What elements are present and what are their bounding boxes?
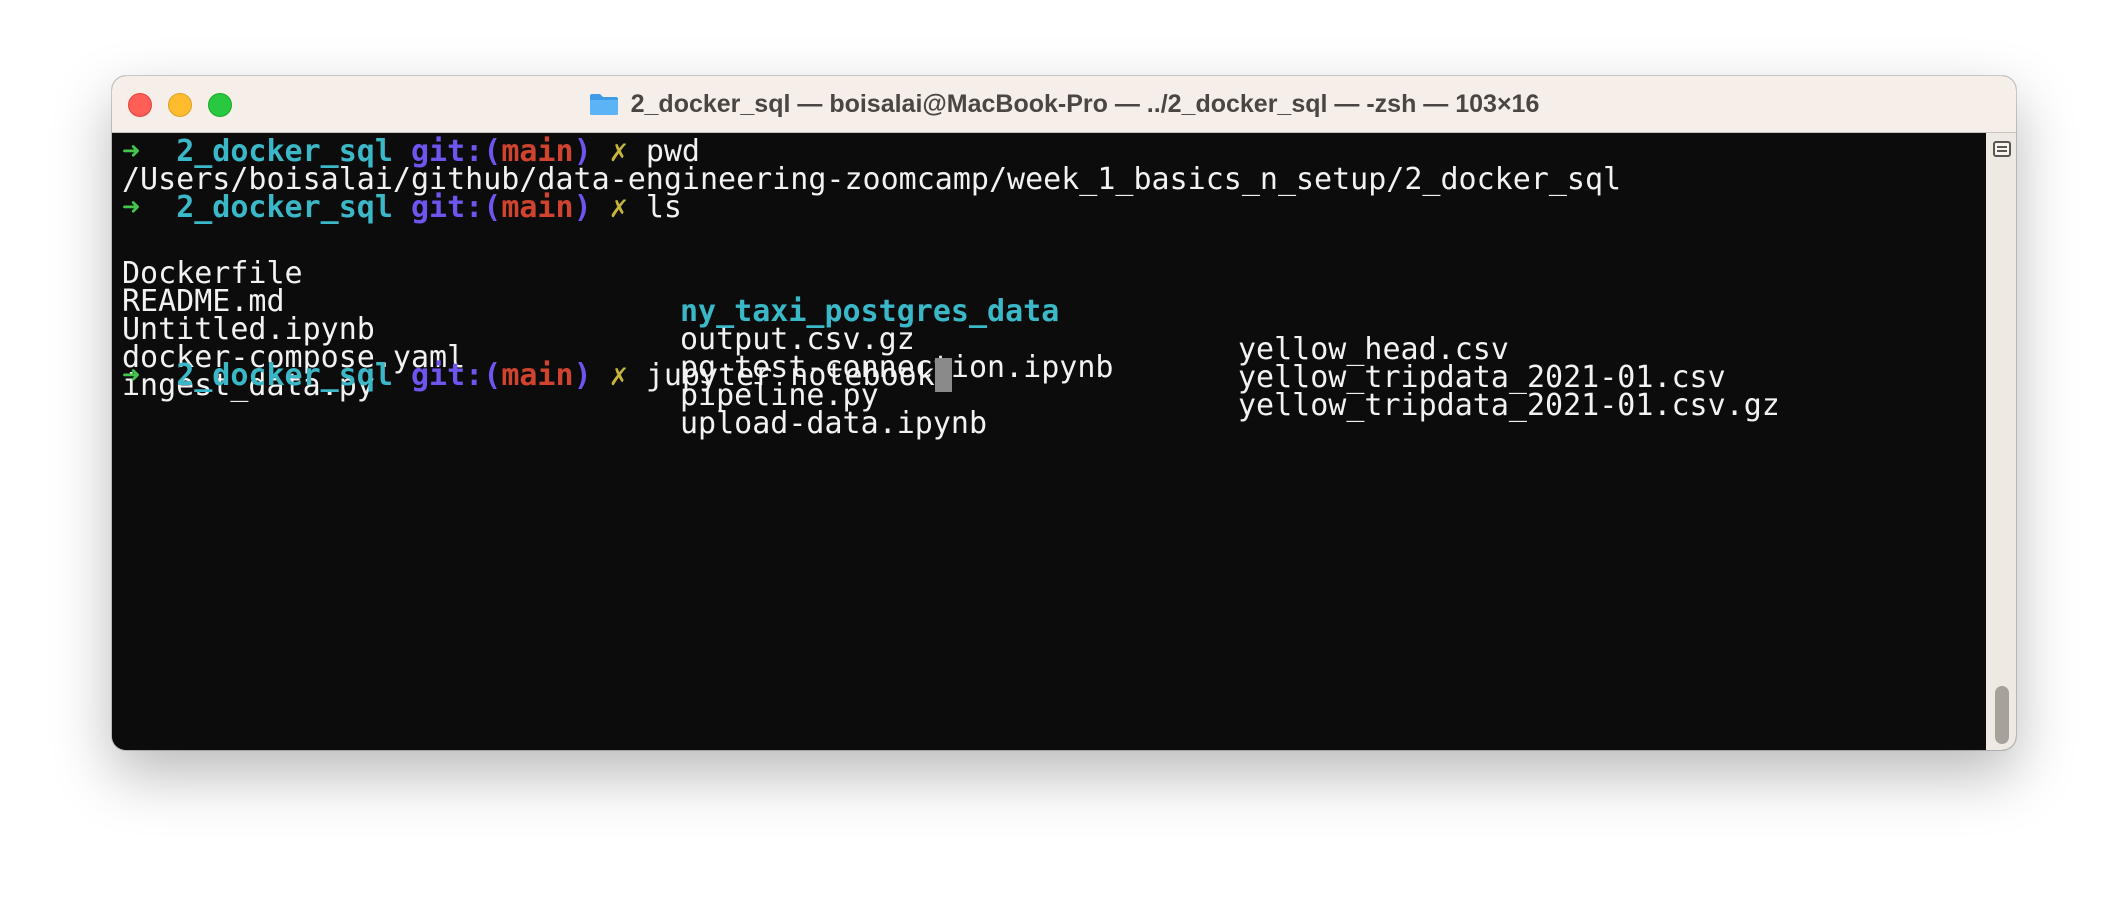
text-cursor (934, 358, 952, 392)
file-entry: yellow_tripdata_2021-01.csv.gz (1238, 388, 1780, 423)
vertical-scrollbar[interactable] (1986, 133, 2016, 750)
command-input[interactable]: jupyter notebook (646, 358, 935, 393)
prompt-line-current: ➜ 2_docker_sql git:(main) ✗ jupyter note… (122, 357, 952, 395)
split-pane-icon[interactable] (1993, 141, 2011, 157)
prompt-git-label: git:( (411, 358, 502, 393)
folder-icon (589, 94, 618, 115)
prompt-arrow: ➜ (122, 358, 141, 393)
terminal-window: 2_docker_sql — boisalai@MacBook-Pro — ..… (112, 76, 2016, 750)
window-title-group: 2_docker_sql — boisalai@MacBook-Pro — ..… (112, 76, 2016, 132)
prompt-dirty-mark: ✗ (609, 358, 628, 393)
terminal-content[interactable]: ➜ 2_docker_sql git:(main) ✗ pwd /Users/b… (112, 133, 1986, 750)
prompt-git-close: ) (573, 358, 592, 393)
window-title: 2_docker_sql — boisalai@MacBook-Pro — ..… (630, 89, 1540, 118)
title-bar[interactable]: 2_docker_sql — boisalai@MacBook-Pro — ..… (112, 76, 2016, 133)
scrollbar-thumb[interactable] (1995, 686, 2009, 744)
file-entry: upload-data.ipynb (680, 406, 988, 441)
prompt-branch: main (501, 358, 574, 393)
prompt-directory: 2_docker_sql (176, 358, 393, 393)
